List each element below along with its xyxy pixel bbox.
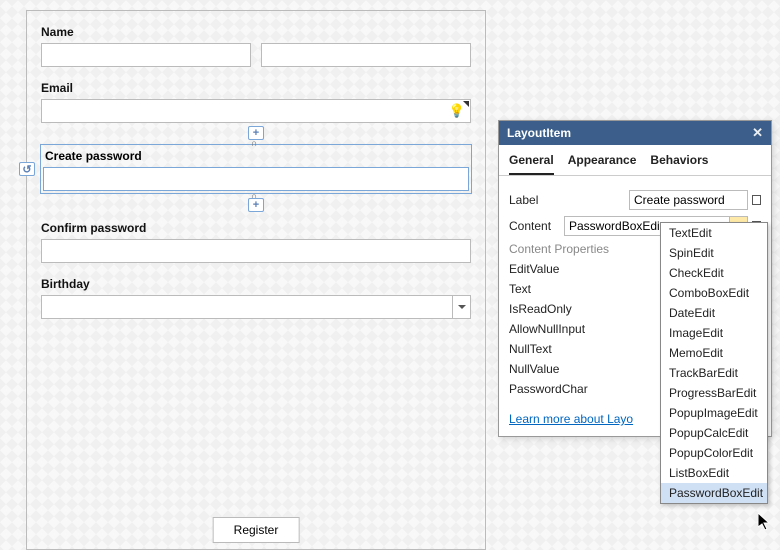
dropdown-item[interactable]: CheckEdit [661, 263, 767, 283]
prop-content-name: Content [509, 219, 564, 233]
content-dropdown-list[interactable]: TextEditSpinEditCheckEditComboBoxEditDat… [660, 222, 768, 504]
prop-content-properties-label: Content Properties [509, 242, 629, 256]
prop-isreadonly: IsReadOnly [509, 302, 629, 316]
mouse-cursor-icon [758, 513, 774, 533]
birthday-label: Birthday [41, 277, 471, 291]
add-handle-bottom[interactable]: + [248, 198, 264, 212]
dropdown-item[interactable]: TrackBarEdit [661, 363, 767, 383]
birthday-input[interactable] [42, 296, 452, 318]
prop-row-label: Label [509, 190, 761, 210]
dropdown-item[interactable]: DateEdit [661, 303, 767, 323]
birthday-dropdown-button[interactable] [452, 296, 470, 318]
create-password-field[interactable] [43, 167, 469, 191]
dropdown-item[interactable]: PopupImageEdit [661, 403, 767, 423]
prop-nullvalue: NullValue [509, 362, 629, 376]
confirm-password-row: Confirm password [41, 221, 471, 263]
dropdown-item[interactable]: ListBoxEdit [661, 463, 767, 483]
dropdown-item[interactable]: ComboBoxEdit [661, 283, 767, 303]
property-panel-title-bar[interactable]: LayoutItem ✕ [499, 121, 771, 145]
first-name-field[interactable] [41, 43, 251, 67]
prop-label-name: Label [509, 193, 629, 207]
dropdown-item[interactable]: TextEdit [661, 223, 767, 243]
property-tabs: General Appearance Behaviors [499, 145, 771, 176]
prop-allownullinput: AllowNullInput [509, 322, 629, 336]
confirm-password-field[interactable] [41, 239, 471, 263]
dropdown-item[interactable]: PasswordBoxEdit [661, 483, 767, 503]
name-label: Name [41, 25, 471, 39]
anchor-top-icon: ∩ [251, 138, 261, 148]
add-handle-left[interactable]: ↺ [19, 162, 35, 176]
create-password-label: Create password [45, 149, 467, 163]
confirm-password-label: Confirm password [41, 221, 471, 235]
property-panel-title: LayoutItem [507, 126, 571, 140]
learn-more-link[interactable]: Learn more about Layo [499, 408, 643, 436]
tab-behaviors[interactable]: Behaviors [650, 153, 708, 175]
dropdown-item[interactable]: ProgressBarEdit [661, 383, 767, 403]
prop-label-input[interactable] [629, 190, 748, 210]
email-row: Email 💡 [41, 81, 471, 123]
form-design-surface: Name Email 💡 + ↺ Create password ∩ ∩ + C… [26, 10, 486, 550]
dropdown-item[interactable]: MemoEdit [661, 343, 767, 363]
prop-text: Text [509, 282, 629, 296]
create-password-row-selected[interactable]: Create password ∩ ∩ [40, 144, 472, 194]
email-label: Email [41, 81, 471, 95]
last-name-field[interactable] [261, 43, 471, 67]
email-field[interactable] [41, 99, 471, 123]
name-row: Name [41, 25, 471, 67]
dropdown-item[interactable]: PopupCalcEdit [661, 423, 767, 443]
tab-general[interactable]: General [509, 153, 554, 175]
prop-marker-icon[interactable] [752, 195, 761, 205]
prop-passwordchar: PasswordChar [509, 382, 629, 396]
tab-appearance[interactable]: Appearance [568, 153, 637, 175]
dropdown-item[interactable]: PopupColorEdit [661, 443, 767, 463]
register-button[interactable]: Register [213, 517, 300, 543]
birthday-combo[interactable] [41, 295, 471, 319]
dropdown-item[interactable]: SpinEdit [661, 243, 767, 263]
close-icon[interactable]: ✕ [752, 125, 763, 141]
prop-nulltext: NullText [509, 342, 629, 356]
prop-editvalue: EditValue [509, 262, 629, 276]
birthday-row: Birthday [41, 277, 471, 319]
dropdown-item[interactable]: ImageEdit [661, 323, 767, 343]
smart-tag-icon[interactable] [463, 101, 469, 107]
